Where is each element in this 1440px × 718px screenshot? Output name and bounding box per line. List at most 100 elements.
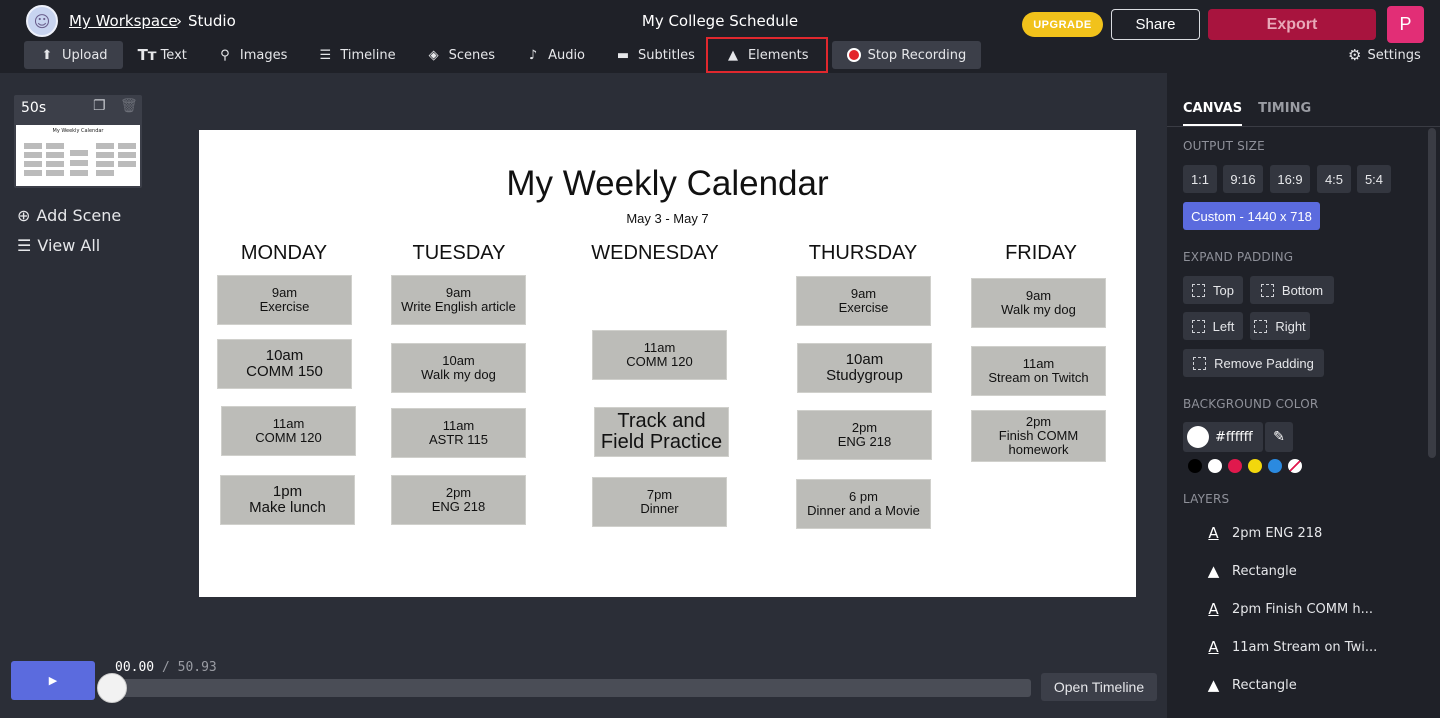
tool-timeline[interactable]: ☰ Timeline: [302, 41, 410, 69]
playback-track[interactable]: [112, 679, 1031, 697]
tab-canvas[interactable]: CANVAS: [1183, 101, 1243, 126]
duplicate-icon[interactable]: ❐: [93, 98, 106, 114]
profile-button[interactable]: P: [1387, 6, 1424, 43]
layer-item[interactable]: ▲ Rectangle: [1205, 562, 1297, 580]
workspace-link[interactable]: My Workspace: [69, 12, 178, 30]
share-button[interactable]: Share: [1111, 9, 1200, 40]
day-monday[interactable]: MONDAY: [204, 242, 364, 265]
size-16-9-button[interactable]: 16:9: [1270, 165, 1310, 193]
current-time: 00.00: [115, 660, 155, 675]
tool-subtitles[interactable]: ▬ Subtitles: [600, 41, 710, 69]
day-friday[interactable]: FRIDAY: [961, 242, 1121, 265]
event-box[interactable]: 2pm Finish COMM homework: [971, 410, 1106, 462]
event-box[interactable]: 11am Stream on Twitch: [971, 346, 1106, 396]
scene-card[interactable]: 50s ❐ 🗑 My Weekly Calendar: [14, 95, 142, 188]
event-box[interactable]: 10am COMM 150: [217, 339, 352, 389]
palette-black[interactable]: [1188, 459, 1202, 473]
tool-scenes[interactable]: ◈ Scenes: [411, 41, 510, 69]
palette-white[interactable]: [1208, 459, 1222, 473]
play-icon: ▶: [48, 675, 58, 687]
event-box[interactable]: Track and Field Practice: [594, 407, 729, 457]
bg-hex-value[interactable]: #ffffff: [1215, 430, 1253, 445]
size-4-5-button[interactable]: 4:5: [1317, 165, 1351, 193]
tab-timing[interactable]: TIMING: [1258, 101, 1311, 126]
tool-images[interactable]: ⚲ Images: [202, 41, 303, 69]
pad-bottom-button[interactable]: Bottom: [1250, 276, 1334, 304]
remove-padding-button[interactable]: Remove Padding: [1183, 349, 1324, 377]
time-separator: /: [161, 660, 170, 675]
event-box[interactable]: 10am Studygroup: [797, 343, 932, 393]
pad-left-button[interactable]: Left: [1183, 312, 1243, 340]
tool-text[interactable]: Tт Text: [123, 41, 202, 69]
day-wednesday[interactable]: WEDNESDAY: [575, 242, 735, 265]
event-box[interactable]: 11am COMM 120: [221, 406, 356, 456]
size-9-16-button[interactable]: 9:16: [1223, 165, 1263, 193]
stop-recording-button[interactable]: Stop Recording: [831, 41, 982, 69]
pad-top-button[interactable]: Top: [1183, 276, 1243, 304]
open-timeline-button[interactable]: Open Timeline: [1041, 673, 1157, 701]
size-1-1-button[interactable]: 1:1: [1183, 165, 1217, 193]
palette-yellow[interactable]: [1248, 459, 1262, 473]
custom-size-button[interactable]: Custom - 1440 x 718: [1183, 202, 1320, 230]
export-button[interactable]: Export: [1208, 9, 1376, 40]
view-all-label: View All: [37, 236, 101, 255]
panel-divider: [1167, 126, 1440, 127]
workspace-avatar-icon[interactable]: ☺: [26, 5, 58, 37]
editor-canvas[interactable]: My Weekly Calendar May 3 - May 7 MONDAY …: [199, 130, 1136, 597]
scene-thumbnail[interactable]: My Weekly Calendar: [16, 125, 140, 186]
calendar-title[interactable]: My Weekly Calendar: [199, 164, 1136, 204]
palette-transparent[interactable]: [1288, 459, 1302, 473]
event-box[interactable]: 9am Exercise: [796, 276, 931, 326]
event-box[interactable]: 1pm Make lunch: [220, 475, 355, 525]
toolbar: ⬆ Upload Tт Text ⚲ Images ☰ Timeline ◈ S…: [24, 37, 982, 73]
add-scene-button[interactable]: ⊕ Add Scene: [17, 206, 121, 225]
thumb-box: [24, 152, 42, 158]
view-all-button[interactable]: ☰ View All: [17, 236, 100, 255]
tool-subtitles-label: Subtitles: [638, 47, 695, 63]
record-dot-icon: [846, 48, 861, 62]
eyedropper-icon[interactable]: ✎: [1265, 422, 1293, 452]
pad-right-button[interactable]: Right: [1250, 312, 1310, 340]
tool-elements[interactable]: ▲ Elements: [705, 37, 828, 73]
size-5-4-button[interactable]: 5:4: [1357, 165, 1391, 193]
event-box[interactable]: 9am Exercise: [217, 275, 352, 325]
thumb-box: [46, 170, 64, 176]
event-box[interactable]: 2pm ENG 218: [797, 410, 932, 460]
event-box[interactable]: 2pm ENG 218: [391, 475, 526, 525]
layer-item[interactable]: A 2pm Finish COMM h...: [1205, 600, 1373, 618]
trash-icon[interactable]: 🗑: [120, 98, 138, 114]
thumb-box: [70, 150, 88, 156]
upgrade-button[interactable]: UPGRADE: [1022, 12, 1103, 37]
pad-left-label: Left: [1212, 318, 1235, 334]
calendar-subtitle[interactable]: May 3 - May 7: [199, 211, 1136, 226]
event-box[interactable]: 11am ASTR 115: [391, 408, 526, 458]
thumb-box: [96, 161, 114, 167]
background-color-picker[interactable]: #ffffff: [1183, 422, 1263, 452]
event-box[interactable]: 11am COMM 120: [592, 330, 727, 380]
palette-blue[interactable]: [1268, 459, 1282, 473]
settings-button[interactable]: ⚙ Settings: [1348, 46, 1421, 64]
day-tuesday[interactable]: TUESDAY: [379, 242, 539, 265]
pad-top-label: Top: [1213, 282, 1234, 298]
event-box[interactable]: 6 pm Dinner and a Movie: [796, 479, 931, 529]
tool-audio[interactable]: ♪ Audio: [510, 41, 600, 69]
event-box[interactable]: 9am Write English article: [391, 275, 526, 325]
breadcrumb-separator: ›: [176, 12, 182, 30]
layer-item[interactable]: ▲ Rectangle: [1205, 676, 1297, 694]
event-box[interactable]: 10am Walk my dog: [391, 343, 526, 393]
layer-item[interactable]: A 2pm ENG 218: [1205, 524, 1322, 542]
play-button[interactable]: ▶: [11, 661, 95, 700]
palette-red[interactable]: [1228, 459, 1242, 473]
layer-item[interactable]: A 11am Stream on Twi...: [1205, 638, 1377, 656]
gear-icon: ⚙: [1348, 46, 1362, 64]
panel-scrollbar[interactable]: [1428, 128, 1436, 458]
event-box[interactable]: 7pm Dinner: [592, 477, 727, 527]
tool-upload[interactable]: ⬆ Upload: [24, 41, 123, 69]
breadcrumb-studio: Studio: [188, 12, 236, 30]
scene-duration[interactable]: 50s: [21, 100, 46, 116]
day-thursday[interactable]: THURSDAY: [783, 242, 943, 265]
event-box[interactable]: 9am Walk my dog: [971, 278, 1106, 328]
playhead-handle[interactable]: [97, 673, 127, 703]
project-title[interactable]: My College Schedule: [642, 12, 798, 30]
search-icon: ⚲: [220, 47, 230, 63]
